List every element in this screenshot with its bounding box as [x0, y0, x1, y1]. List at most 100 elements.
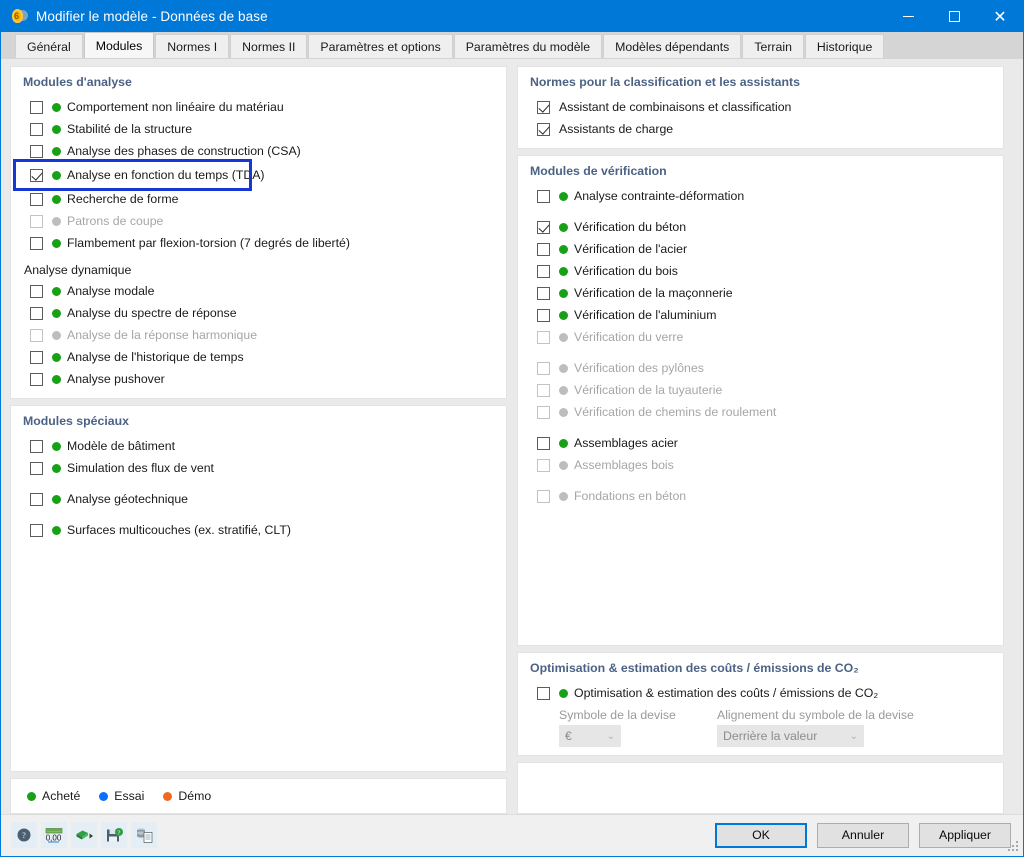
- module-row[interactable]: Analyse en fonction du temps (TDA): [16, 162, 249, 188]
- module-row[interactable]: Analyse géotechnique: [23, 488, 494, 510]
- module-row[interactable]: Vérification des pylônes: [530, 357, 991, 379]
- checkbox[interactable]: [537, 437, 550, 450]
- module-label: Analyse en fonction du temps (TDA): [67, 168, 265, 182]
- minimize-button[interactable]: [885, 1, 931, 32]
- resize-grip[interactable]: [1008, 841, 1020, 853]
- tab-normes-i[interactable]: Normes I: [155, 34, 229, 58]
- checkbox[interactable]: [537, 309, 550, 322]
- tab-param-tres-du-mod-le[interactable]: Paramètres du modèle: [454, 34, 602, 58]
- module-label: Simulation des flux de vent: [67, 461, 214, 475]
- checkbox[interactable]: [30, 493, 43, 506]
- module-row[interactable]: Vérification du bois: [530, 260, 991, 282]
- checkbox[interactable]: [537, 287, 550, 300]
- checkbox[interactable]: [537, 687, 550, 700]
- ok-button[interactable]: OK: [715, 823, 807, 848]
- module-row[interactable]: Vérification de l'aluminium: [530, 304, 991, 326]
- checkbox[interactable]: [537, 265, 550, 278]
- analysis-modules-panel: Modules d'analyse Comportement non linéa…: [10, 66, 507, 399]
- module-row[interactable]: Assemblages acier: [530, 432, 991, 454]
- module-label: Vérification de la tuyauterie: [574, 383, 722, 397]
- checkbox[interactable]: [30, 193, 43, 206]
- co2-module-row[interactable]: Optimisation & estimation des coûts / ém…: [530, 682, 991, 704]
- checkbox[interactable]: [537, 243, 550, 256]
- module-row[interactable]: Analyse du spectre de réponse: [23, 302, 494, 324]
- checkbox[interactable]: [30, 101, 43, 114]
- currency-symbol-select[interactable]: € ⌄: [559, 725, 621, 747]
- module-row[interactable]: Flambement par flexion-torsion (7 degrés…: [23, 232, 494, 254]
- close-button[interactable]: ✕: [977, 1, 1023, 32]
- tab-g-n-ral[interactable]: Général: [15, 34, 83, 58]
- dialog-footer: ? 0,00: [1, 814, 1023, 855]
- checkbox[interactable]: [30, 524, 43, 537]
- checkbox[interactable]: [537, 406, 550, 419]
- module-row[interactable]: Surfaces multicouches (ex. stratifié, CL…: [23, 519, 494, 541]
- checkbox[interactable]: [30, 462, 43, 475]
- save-defaults-icon[interactable]: ?: [101, 822, 127, 848]
- module-row[interactable]: Stabilité de la structure: [23, 118, 494, 140]
- tab-param-tres-et-options[interactable]: Paramètres et options: [308, 34, 452, 58]
- currency-fields: € ⌄ Derrière la valeur ⌄: [559, 725, 991, 747]
- checkbox[interactable]: [537, 362, 550, 375]
- export-icon[interactable]: [71, 822, 97, 848]
- module-row[interactable]: Analyse des phases de construction (CSA): [23, 140, 494, 162]
- module-row[interactable]: Vérification du verre: [530, 326, 991, 348]
- module-row[interactable]: Simulation des flux de vent: [23, 457, 494, 479]
- license-legend: AchetéEssaiDémo: [10, 778, 507, 814]
- module-row[interactable]: Vérification de chemins de roulement: [530, 401, 991, 423]
- module-row[interactable]: Analyse contrainte-déformation: [530, 185, 991, 207]
- module-row[interactable]: Vérification de la maçonnerie: [530, 282, 991, 304]
- checkbox[interactable]: [537, 331, 550, 344]
- checkbox[interactable]: [30, 237, 43, 250]
- checkbox[interactable]: [30, 440, 43, 453]
- checkbox[interactable]: [537, 221, 550, 234]
- license-status-dot: [52, 375, 61, 384]
- units-icon[interactable]: 0,00: [41, 822, 67, 848]
- module-label: Vérification du bois: [574, 264, 678, 278]
- copy-report-icon[interactable]: [131, 822, 157, 848]
- module-label: Analyse contrainte-déformation: [574, 189, 744, 203]
- currency-alignment-select[interactable]: Derrière la valeur ⌄: [717, 725, 864, 747]
- help-icon[interactable]: ?: [11, 822, 37, 848]
- module-row[interactable]: Assistant de combinaisons et classificat…: [530, 96, 991, 118]
- maximize-button[interactable]: [931, 1, 977, 32]
- module-row[interactable]: Modèle de bâtiment: [23, 435, 494, 457]
- module-row[interactable]: Assistants de charge: [530, 118, 991, 140]
- module-row[interactable]: Patrons de coupe: [23, 210, 494, 232]
- module-row[interactable]: Analyse de la réponse harmonique: [23, 324, 494, 346]
- checkbox[interactable]: [537, 384, 550, 397]
- module-row[interactable]: Comportement non linéaire du matériau: [23, 96, 494, 118]
- tab-mod-les-d-pendants[interactable]: Modèles dépendants: [603, 34, 741, 58]
- module-row[interactable]: Analyse modale: [23, 280, 494, 302]
- checkbox[interactable]: [30, 215, 43, 228]
- checkbox[interactable]: [30, 351, 43, 364]
- module-row[interactable]: Assemblages bois: [530, 454, 991, 476]
- module-row[interactable]: Analyse de l'historique de temps: [23, 346, 494, 368]
- appliquer-button[interactable]: Appliquer: [919, 823, 1011, 848]
- module-row[interactable]: Fondations en béton: [530, 485, 991, 507]
- checkbox[interactable]: [30, 145, 43, 158]
- checkbox[interactable]: [30, 307, 43, 320]
- annuler-button[interactable]: Annuler: [817, 823, 909, 848]
- tab-modules[interactable]: Modules: [84, 32, 154, 58]
- module-row[interactable]: Vérification du béton: [530, 216, 991, 238]
- module-row[interactable]: Vérification de la tuyauterie: [530, 379, 991, 401]
- tab-terrain[interactable]: Terrain: [742, 34, 804, 58]
- checkbox[interactable]: [30, 169, 43, 182]
- footer-buttons: OK Annuler Appliquer: [715, 823, 1011, 848]
- checkbox[interactable]: [537, 101, 550, 114]
- module-row[interactable]: Analyse pushover: [23, 368, 494, 390]
- tab-normes-ii[interactable]: Normes II: [230, 34, 307, 58]
- module-row[interactable]: Recherche de forme: [23, 188, 494, 210]
- tab-historique[interactable]: Historique: [805, 34, 884, 58]
- checkbox[interactable]: [537, 123, 550, 136]
- checkbox[interactable]: [30, 329, 43, 342]
- checkbox[interactable]: [537, 190, 550, 203]
- checkbox[interactable]: [537, 490, 550, 503]
- checkbox[interactable]: [30, 373, 43, 386]
- checkbox[interactable]: [537, 459, 550, 472]
- license-status-dot: [559, 333, 568, 342]
- module-row[interactable]: Vérification de l'acier: [530, 238, 991, 260]
- left-column: Modules d'analyse Comportement non linéa…: [10, 66, 507, 814]
- checkbox[interactable]: [30, 285, 43, 298]
- checkbox[interactable]: [30, 123, 43, 136]
